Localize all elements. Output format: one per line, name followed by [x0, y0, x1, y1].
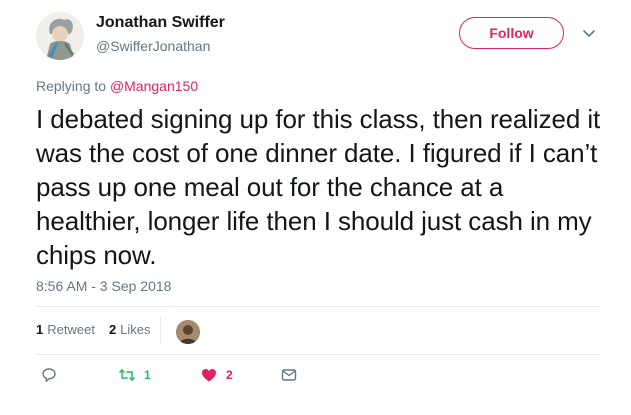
likes-stat[interactable]: 2 Likes [109, 322, 151, 337]
reply-context-prefix: Replying to [36, 78, 110, 94]
reply-icon [42, 368, 56, 382]
heart-icon [202, 369, 216, 382]
divider [36, 354, 600, 355]
retweet-stat[interactable]: 1 Retweet [36, 322, 95, 337]
tweet-timestamp[interactable]: 8:56 AM - 3 Sep 2018 [36, 278, 171, 294]
mention-link[interactable]: @Mangan150 [110, 78, 198, 94]
reply-button[interactable] [40, 366, 66, 384]
retweet-stat-count: 1 [36, 322, 44, 337]
retweet-count: 1 [144, 368, 151, 382]
like-count: 2 [226, 368, 233, 382]
chevron-down-icon[interactable] [580, 24, 598, 42]
likes-stat-label: Likes [120, 322, 151, 337]
tweet-actions: 1 2 [36, 366, 336, 390]
tweet-text: I debated signing up for this class, the… [36, 104, 601, 270]
reply-context: Replying to @Mangan150 [36, 78, 198, 94]
liker-avatar[interactable] [176, 320, 200, 344]
retweet-button[interactable]: 1 [118, 366, 151, 384]
tweet-stats: 1 Retweet 2 Likes [36, 322, 165, 337]
avatar-image [36, 12, 84, 60]
retweet-stat-label: Retweet [47, 322, 95, 337]
envelope-icon [281, 369, 297, 381]
follow-button[interactable]: Follow [459, 17, 564, 49]
likes-stat-count: 2 [108, 322, 117, 337]
direct-message-button[interactable] [280, 366, 306, 384]
avatar[interactable] [36, 12, 84, 60]
stats-divider [160, 316, 161, 344]
display-name[interactable]: Jonathan Swiffer [96, 14, 225, 32]
user-handle[interactable]: @SwifferJonathan [96, 38, 210, 54]
retweet-icon [119, 369, 135, 381]
divider [36, 306, 600, 307]
like-button[interactable]: 2 [200, 366, 233, 384]
